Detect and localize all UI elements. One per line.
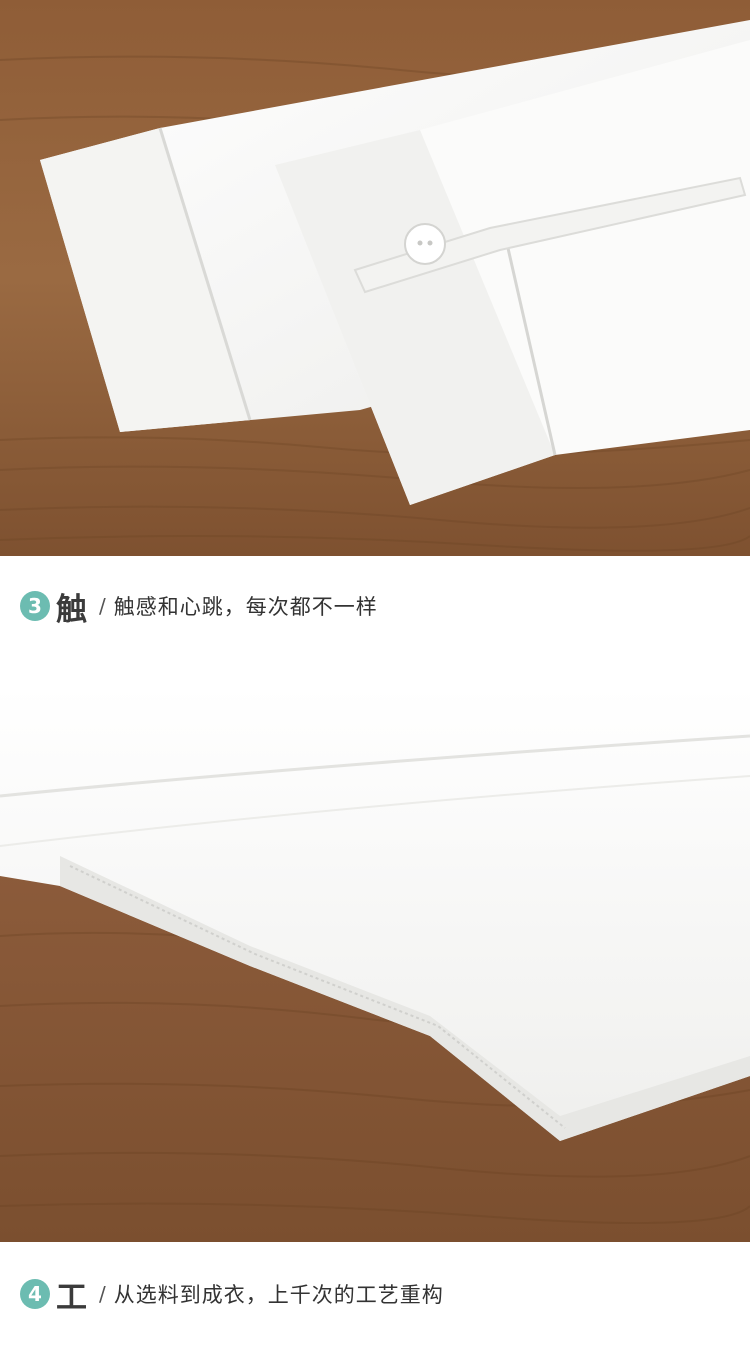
photo-sleeve-cuffs (0, 0, 750, 556)
shirt-hem-image (0, 686, 750, 1242)
photo-shirt-hem (0, 686, 750, 1242)
button-icon (404, 223, 446, 265)
caption-description: 从选料到成衣，上千次的工艺重构 (113, 1283, 444, 1307)
sleeve-cuffs-image (0, 0, 750, 556)
caption-keyword: 工 (56, 1279, 87, 1316)
caption-description: 触感和心跳，每次都不一样 (113, 595, 378, 619)
caption-touch: 3 触 / 触感和心跳，每次都不一样 (20, 576, 378, 636)
caption-separator: / (99, 1282, 106, 1306)
step-number-badge: 4 (20, 1279, 50, 1309)
caption-separator: / (99, 594, 106, 618)
caption-keyword: 触 (56, 591, 87, 628)
caption-craft: 4 工 / 从选料到成衣，上千次的工艺重构 (20, 1264, 444, 1324)
step-number-badge: 3 (20, 591, 50, 621)
